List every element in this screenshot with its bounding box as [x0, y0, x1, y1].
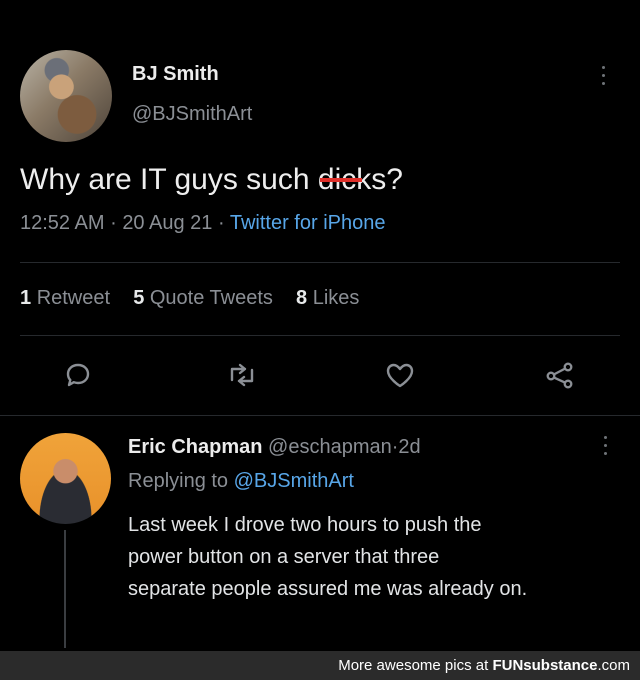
likes-label: Likes — [312, 287, 360, 309]
divider-2 — [20, 335, 620, 336]
author-handle[interactable]: @BJSmithArt — [132, 103, 252, 126]
tweet-meta: 12:52 AM · 20 Aug 21 · Twitter for iPhon… — [20, 212, 385, 235]
watermark-text: More awesome pics at FUNsubstance.com — [338, 657, 630, 674]
reply-display-name[interactable]: Eric Chapman — [128, 436, 262, 458]
reply-text: Last week I drove two hours to push the … — [128, 509, 527, 605]
share-icon[interactable] — [544, 360, 576, 390]
tweet-text-end: ? — [386, 163, 403, 196]
reply-icon[interactable] — [63, 360, 93, 390]
author-display-name[interactable]: BJ Smith — [132, 63, 219, 86]
tweet-date[interactable]: 20 Aug 21 — [122, 212, 212, 234]
replying-to: Replying to @BJSmithArt — [128, 470, 354, 493]
reply-header: Eric Chapman @eschapman·2d — [128, 436, 421, 459]
reply-text-line: separate people assured me was already o… — [128, 578, 528, 600]
tweet-source[interactable]: Twitter for iPhone — [230, 212, 386, 234]
watermark-prefix: More awesome pics at — [338, 657, 489, 674]
meta-separator-2: · — [217, 212, 225, 234]
reply-handle[interactable]: @eschapman — [268, 436, 392, 458]
heart-icon[interactable] — [384, 360, 416, 390]
retweets-label: Retweet — [36, 287, 111, 309]
divider — [20, 262, 620, 263]
tweet-stats: 1 Retweet 5 Quote Tweets 8 Likes — [20, 287, 359, 310]
brand-part-2: substance — [523, 657, 598, 674]
replying-to-handle[interactable]: @BJSmithArt — [234, 470, 354, 492]
retweets-count: 1 — [20, 287, 32, 309]
divider-3 — [0, 415, 640, 416]
tweet-text: Why are IT guys such dicks? — [20, 163, 403, 197]
tweet-time[interactable]: 12:52 AM — [20, 212, 105, 234]
reply-text-line: power button on a server that three — [128, 546, 440, 568]
watermark-bar: More awesome pics at FUNsubstance.com — [0, 651, 640, 680]
brand-part-3: .com — [597, 657, 630, 674]
reply-more-options-icon[interactable] — [604, 436, 608, 460]
likes-count: 8 — [296, 287, 308, 309]
brand-part-1: FUN — [492, 657, 524, 674]
likes-stat[interactable]: 8 Likes — [296, 287, 359, 309]
quotes-stat[interactable]: 5 Quote Tweets — [133, 287, 273, 309]
tweet-text-start: Why are IT guys such — [20, 163, 318, 196]
censored-word: dicks — [318, 163, 386, 197]
thread-line — [64, 530, 66, 648]
reply-author-avatar[interactable] — [20, 433, 111, 524]
replying-to-label: Replying to — [128, 470, 229, 492]
reply-age[interactable]: 2d — [398, 436, 420, 458]
author-avatar[interactable] — [20, 50, 112, 142]
retweets-stat[interactable]: 1 Retweet — [20, 287, 110, 309]
quotes-count: 5 — [133, 287, 145, 309]
meta-separator: · — [110, 212, 117, 234]
retweet-icon[interactable] — [226, 360, 258, 390]
quotes-label: Quote Tweets — [149, 287, 273, 309]
reply-text-line: Last week I drove two hours to push the — [128, 514, 482, 536]
censor-strike — [319, 178, 363, 182]
watermark-brand[interactable]: FUNsubstance.com — [492, 657, 630, 674]
more-options-icon[interactable] — [602, 66, 606, 90]
